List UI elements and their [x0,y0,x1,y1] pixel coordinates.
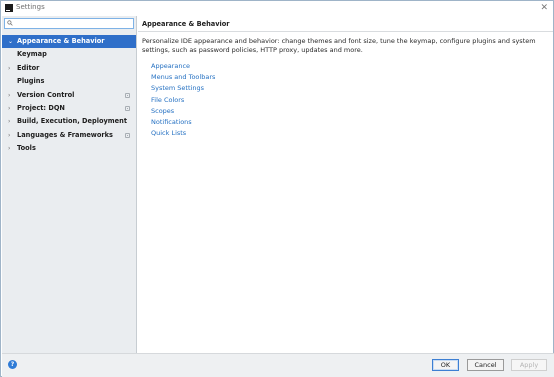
sidebar-item-label: Plugins [17,77,45,86]
chevron-right-icon[interactable]: › [8,102,10,115]
sidebar-item-label: Version Control [17,90,75,99]
sidebar-item-label: Project: DQN [17,103,65,112]
sidebar-item-keymap[interactable]: Keymap [2,48,136,61]
settings-tree: ⌄ Appearance & Behavior Keymap › Editor Plugi… [2,35,136,156]
project-level-icon [125,92,130,98]
project-level-icon [125,132,130,138]
sidebar-item-version-control[interactable]: › Version Control [2,89,136,102]
chevron-right-icon[interactable]: › [8,129,10,142]
sidebar-item-build-execution-deployment[interactable]: › Build, Execution, Deployment [2,115,136,128]
subpage-links: Appearance Menus and Toolbars System Setti… [151,61,215,139]
link-appearance[interactable]: Appearance [151,61,215,72]
sidebar-item-label: Keymap [17,50,47,59]
link-quick-lists[interactable]: Quick Lists [151,128,215,139]
chevron-down-icon[interactable]: ⌄ [8,35,13,48]
link-file-colors[interactable]: File Colors [151,95,215,106]
link-menus-and-toolbars[interactable]: Menus and Toolbars [151,72,215,83]
sidebar-item-label: Build, Execution, Deployment [17,117,127,126]
settings-content: Appearance & Behavior Personalize IDE ap… [138,16,553,353]
help-icon[interactable]: ? [8,360,17,369]
sidebar-item-languages-frameworks[interactable]: › Languages & Frameworks [2,129,136,142]
window-title: Settings [16,3,45,11]
search-icon [7,20,13,26]
link-scopes[interactable]: Scopes [151,106,215,117]
close-icon[interactable]: ✕ [540,2,548,14]
sidebar-item-plugins[interactable]: Plugins [2,75,136,88]
chevron-right-icon[interactable]: › [8,115,10,128]
page-description: Personalize IDE appearance and behavior:… [142,37,536,54]
chevron-right-icon[interactable]: › [8,142,10,155]
content-header: Appearance & Behavior [138,16,553,32]
sidebar-item-label: Editor [17,63,40,72]
page-title: Appearance & Behavior [142,20,230,28]
sidebar-item-project-dqn[interactable]: › Project: DQN [2,102,136,115]
dialog-footer: ? OK Cancel Apply [2,353,554,377]
settings-dialog: Settings ✕ ⌄ Appearance & Behavior Keymap ›… [0,0,554,377]
app-icon [5,4,13,12]
sidebar-item-label: Tools [17,144,36,153]
chevron-right-icon[interactable]: › [8,62,10,75]
title-bar: Settings ✕ [1,1,553,15]
sidebar-item-label: Languages & Frameworks [17,130,113,139]
cancel-button[interactable]: Cancel [467,359,504,371]
sidebar-item-tools[interactable]: › Tools [2,142,136,155]
ok-button[interactable]: OK [432,359,459,371]
settings-sidebar: ⌄ Appearance & Behavior Keymap › Editor Plugi… [2,16,137,353]
sidebar-item-editor[interactable]: › Editor [2,62,136,75]
project-level-icon [125,105,130,111]
link-system-settings[interactable]: System Settings [151,83,215,94]
search-input[interactable] [4,18,134,29]
apply-button[interactable]: Apply [511,359,547,371]
chevron-right-icon[interactable]: › [8,89,10,102]
sidebar-item-appearance-behavior[interactable]: ⌄ Appearance & Behavior [2,35,136,49]
link-notifications[interactable]: Notifications [151,117,215,128]
sidebar-item-label: Appearance & Behavior [17,37,105,45]
